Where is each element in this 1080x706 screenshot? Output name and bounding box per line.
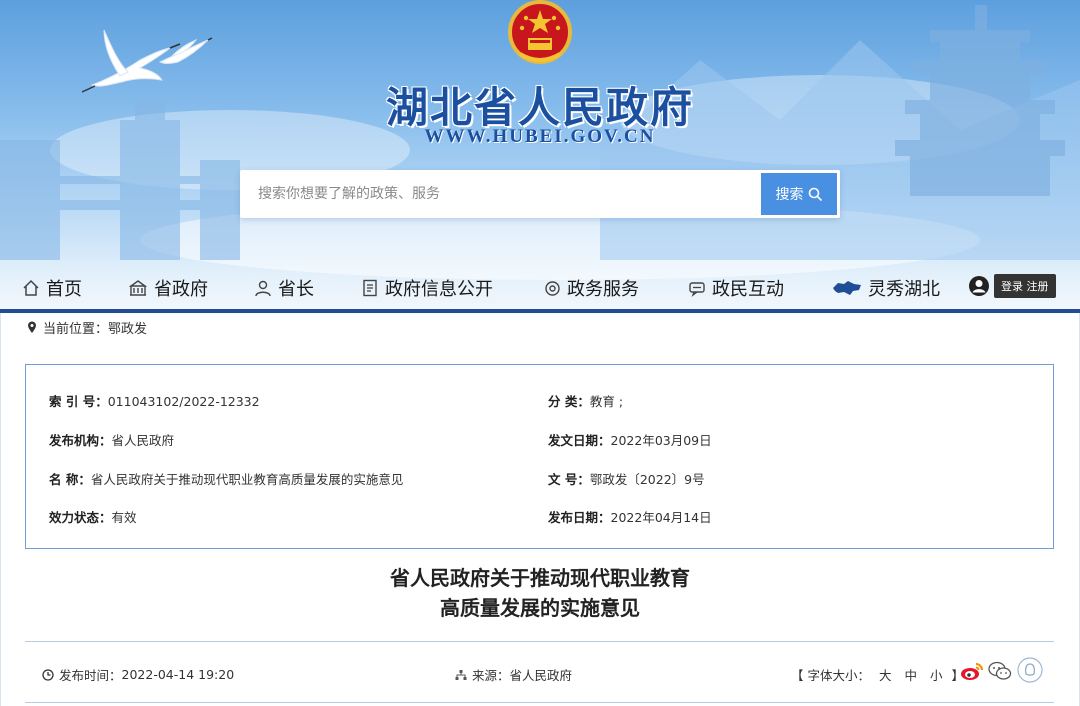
site-url: WWW.HUBEI.GOV.CN: [424, 126, 656, 147]
search-button[interactable]: 搜索: [761, 173, 837, 215]
main-nav: 首页 省政府 省长 政府信息公开 政务服务 政民互动 灵秀湖北: [0, 266, 1080, 310]
breadcrumb-current[interactable]: 鄂政发: [108, 318, 147, 337]
nav-item-info-disclosure[interactable]: 政府信息公开: [362, 266, 493, 310]
weibo-share-icon[interactable]: [960, 660, 984, 682]
info-publish-date: 发布日期：2022年04月14日: [548, 510, 712, 525]
sitemap-icon: [455, 669, 467, 680]
info-index-number: 索 引 号：011043102/2022-12332: [49, 394, 260, 409]
clock-icon: [42, 668, 54, 681]
document-info-box: 索 引 号：011043102/2022-12332 分 类：教育 ; 发布机构…: [25, 364, 1054, 549]
nav-item-label: 首页: [46, 279, 82, 300]
search-input[interactable]: [240, 170, 760, 218]
info-category: 分 类：教育 ;: [548, 394, 624, 409]
document-title-line2: 高质量发展的实施意见: [440, 596, 640, 620]
user-avatar-icon[interactable]: [968, 275, 990, 297]
nav-item-label: 政务服务: [567, 279, 639, 300]
nav-item-label: 政民互动: [712, 279, 784, 300]
national-emblem-icon: [508, 0, 572, 64]
nav-item-label: 省政府: [154, 279, 208, 300]
font-size-medium-button[interactable]: 中: [901, 665, 922, 684]
font-size-control: 【 字体大小： 大 中 小 】: [791, 665, 964, 684]
service-icon: [545, 280, 560, 296]
login-register-button[interactable]: 登录 注册: [994, 274, 1056, 298]
search-icon: [808, 187, 822, 201]
info-name: 名 称：省人民政府关于推动现代职业教育高质量发展的实施意见: [49, 472, 404, 487]
building-icon: [128, 280, 148, 296]
nav-item-label: 灵秀湖北: [868, 279, 940, 300]
title-divider: [25, 641, 1054, 642]
nav-item-label: 政府信息公开: [385, 279, 493, 300]
home-icon: [23, 279, 39, 296]
search-box: 搜索: [240, 170, 840, 218]
info-issue-date: 发文日期：2022年03月09日: [548, 433, 712, 448]
person-icon: [255, 280, 271, 297]
document-title-line1: 省人民政府关于推动现代职业教育: [390, 566, 690, 590]
breadcrumb-label: 当前位置：: [43, 322, 109, 337]
info-publisher: 发布机构：省人民政府: [49, 433, 175, 448]
breadcrumb: 当前位置： 鄂政发: [27, 318, 147, 337]
nav-item-label: 省长: [278, 279, 314, 300]
user-area: 登录 注册: [968, 274, 1056, 298]
nav-item-lingxiu-hubei[interactable]: 灵秀湖北: [832, 266, 940, 310]
nav-item-public-interaction[interactable]: 政民互动: [688, 266, 784, 310]
publish-time: 发布时间： 2022-04-14 19:20: [42, 665, 234, 684]
info-document-number: 文 号：鄂政发〔2022〕9号: [548, 472, 705, 487]
location-pin-icon: [28, 321, 36, 333]
qq-share-icon[interactable]: [1017, 657, 1043, 683]
document-icon: [363, 279, 377, 297]
chat-icon: [689, 281, 705, 297]
search-button-label: 搜索: [775, 187, 804, 203]
source: 来源： 省人民政府: [455, 665, 572, 684]
nav-item-governor[interactable]: 省长: [254, 266, 314, 310]
meta-divider: [25, 702, 1054, 703]
font-size-large-button[interactable]: 大: [875, 665, 896, 684]
font-size-small-button[interactable]: 小: [926, 665, 947, 684]
info-validity-status: 效力状态：有效: [49, 510, 137, 525]
nav-item-provincial-government[interactable]: 省政府: [128, 266, 208, 310]
nav-item-home[interactable]: 首页: [22, 266, 82, 310]
hubei-map-icon: [833, 281, 861, 295]
nav-item-government-services[interactable]: 政务服务: [544, 266, 639, 310]
document-title: 省人民政府关于推动现代职业教育 高质量发展的实施意见: [0, 563, 1080, 623]
wechat-share-icon[interactable]: [988, 660, 1012, 682]
